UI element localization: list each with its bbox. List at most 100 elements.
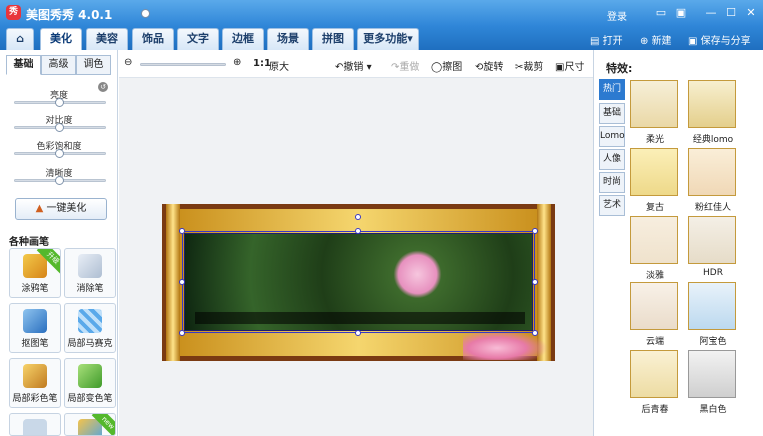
category-portrait[interactable]: 人像 [599,149,625,170]
effect-thumbnail [630,216,678,264]
undo-button[interactable]: ↶撤销 ▾ [335,58,372,73]
resize-handle[interactable] [532,330,538,336]
minimize-icon[interactable]: — [702,5,720,21]
crop-button[interactable]: ✂裁剪 [515,58,543,73]
original-size-button[interactable]: 原大 [269,58,289,73]
resize-handle[interactable] [179,279,185,285]
selection-box[interactable] [179,214,538,336]
zoom-slider[interactable] [140,63,226,66]
subtab-color[interactable]: 调色 [76,55,111,75]
tab-collage[interactable]: 拼图 [312,28,354,50]
resize-handle[interactable] [532,279,538,285]
resize-handle[interactable] [179,228,185,234]
tab-more[interactable]: 更多功能▾ [357,28,419,50]
effect-label: 复古 [645,203,664,213]
category-hot[interactable]: 热门 [599,79,625,100]
effect-thumbnail [630,148,678,196]
save-share-button[interactable]: ▣ 保存与分享 [688,32,751,47]
effect-label: HDR [703,268,723,278]
resize-handle[interactable] [355,228,361,234]
category-lomo[interactable]: Lomo [599,126,625,147]
effect-retro[interactable]: 复古 [630,148,680,218]
brush-eraser-label: 消除笔 [76,284,104,294]
rotate-handle[interactable] [355,214,361,220]
rotate-button[interactable]: ⟲旋转 [475,58,503,73]
resize-handle[interactable] [532,228,538,234]
brush-color[interactable]: 局部彩色笔 [9,358,61,408]
edit-toolbar: ⊖ ⊕ 1:1 原大 ↶撤销 ▾ ↷重做 ◯擦图 ⟲旋转 ✂裁剪 ▣尺寸 [119,50,593,78]
message-icon[interactable]: ▭ [652,5,670,21]
new-button[interactable]: ⊕ 新建 [640,32,672,47]
effect-label: 柔光 [645,135,664,145]
effect-thumbnail [688,80,736,128]
adjust-panel: 基础 高级 调色 ↺ 亮度 对比度 色彩饱和度 清晰度 ▲ 一键美化 各种画笔 … [0,50,118,436]
brush-extra-2[interactable]: new [64,413,116,436]
mosaic-icon [78,309,102,333]
effect-pink-lady[interactable]: 粉红佳人 [688,148,738,218]
effect-abao[interactable]: 阿宝色 [688,282,738,352]
contrast-knob[interactable] [55,123,64,132]
maximize-icon[interactable]: ☐ [722,5,740,21]
plus-icon: ⊕ [640,36,652,47]
brush-cutout-label: 抠图笔 [21,339,49,349]
brush-eraser[interactable]: 消除笔 [64,248,116,298]
saturation-slider[interactable] [14,149,106,158]
chevron-down-icon[interactable]: ▾ [363,62,372,73]
category-art[interactable]: 艺术 [599,195,625,216]
home-icon[interactable]: ⌂ [6,28,34,50]
zoom-out-icon[interactable]: ⊖ [124,57,132,68]
resize-button[interactable]: ▣尺寸 [555,58,584,73]
subtab-basic[interactable]: 基础 [6,55,41,75]
brush-recolor[interactable]: 局部变色笔 [64,358,116,408]
scroll-rod-left [166,204,180,361]
effect-cloud[interactable]: 云端 [630,282,680,352]
brush-extra-1[interactable] [9,413,61,436]
effect-hdr[interactable]: HDR [688,216,738,286]
brush-cutout[interactable]: 抠图笔 [9,303,61,353]
zoom-knob[interactable] [141,9,150,18]
effect-classic-lomo[interactable]: 经典lomo [688,80,738,150]
brightness-slider[interactable] [14,98,106,107]
sharpness-knob[interactable] [55,176,64,185]
login-link[interactable]: 登录 [607,8,627,23]
category-fashion[interactable]: 时尚 [599,172,625,193]
saturation-knob[interactable] [55,149,64,158]
new-label: 新建 [651,36,672,47]
close-icon[interactable]: ✕ [742,5,760,21]
tab-beautify[interactable]: 美化 [40,28,82,50]
zoom-in-icon[interactable]: ⊕ [233,57,241,68]
brightness-knob[interactable] [55,98,64,107]
tab-ornament[interactable]: 饰品 [132,28,174,50]
effect-label: 阿宝色 [699,337,727,347]
one-key-beautify-button[interactable]: ▲ 一键美化 [15,198,107,220]
brush-doodle[interactable]: 涂鸦笔 升级 [9,248,61,298]
folder-icon: ▤ [590,36,603,47]
tab-text[interactable]: 文字 [177,28,219,50]
contrast-slider[interactable] [14,123,106,132]
rotate-label: 旋转 [483,62,504,73]
resize-handle[interactable] [179,330,185,336]
effect-label: 后青春 [641,405,669,415]
brush-mosaic[interactable]: 局部马赛克 [64,303,116,353]
subtab-advanced[interactable]: 高级 [41,55,76,75]
eraser-button[interactable]: ◯擦图 [431,58,462,73]
effect-black-white[interactable]: 黑白色 [688,350,738,420]
effect-soft-light[interactable]: 柔光 [630,80,680,150]
title-bar: 秀 美图秀秀 4.0.1 登录 ▭ ▣ — ☐ ✕ [0,0,763,26]
category-basic[interactable]: 基础 [599,103,625,124]
tab-frame[interactable]: 边框 [222,28,264,50]
brush-mosaic-label: 局部马赛克 [67,339,113,349]
redo-button[interactable]: ↷重做 [391,58,419,73]
sharpness-slider[interactable] [14,176,106,185]
color-brush-icon [23,364,47,388]
effect-elegant[interactable]: 淡雅 [630,216,680,286]
open-button[interactable]: ▤ 打开 [590,32,623,47]
effect-label: 淡雅 [645,271,664,281]
tab-cosmetic[interactable]: 美容 [86,28,128,50]
resize-handle[interactable] [355,330,361,336]
main-nav: ⌂ 美化 美容 饰品 文字 边框 场景 拼图 更多功能▾ ▤ 打开 ⊕ 新建 ▣… [0,26,763,50]
effect-youth[interactable]: 后青春 [630,350,680,420]
tab-scene[interactable]: 场景 [267,28,309,50]
effects-panel: 特效: 热门 基础 Lomo 人像 时尚 艺术 柔光 经典lomo 复古 粉红佳… [593,50,763,436]
menu-icon[interactable]: ▣ [672,5,690,21]
